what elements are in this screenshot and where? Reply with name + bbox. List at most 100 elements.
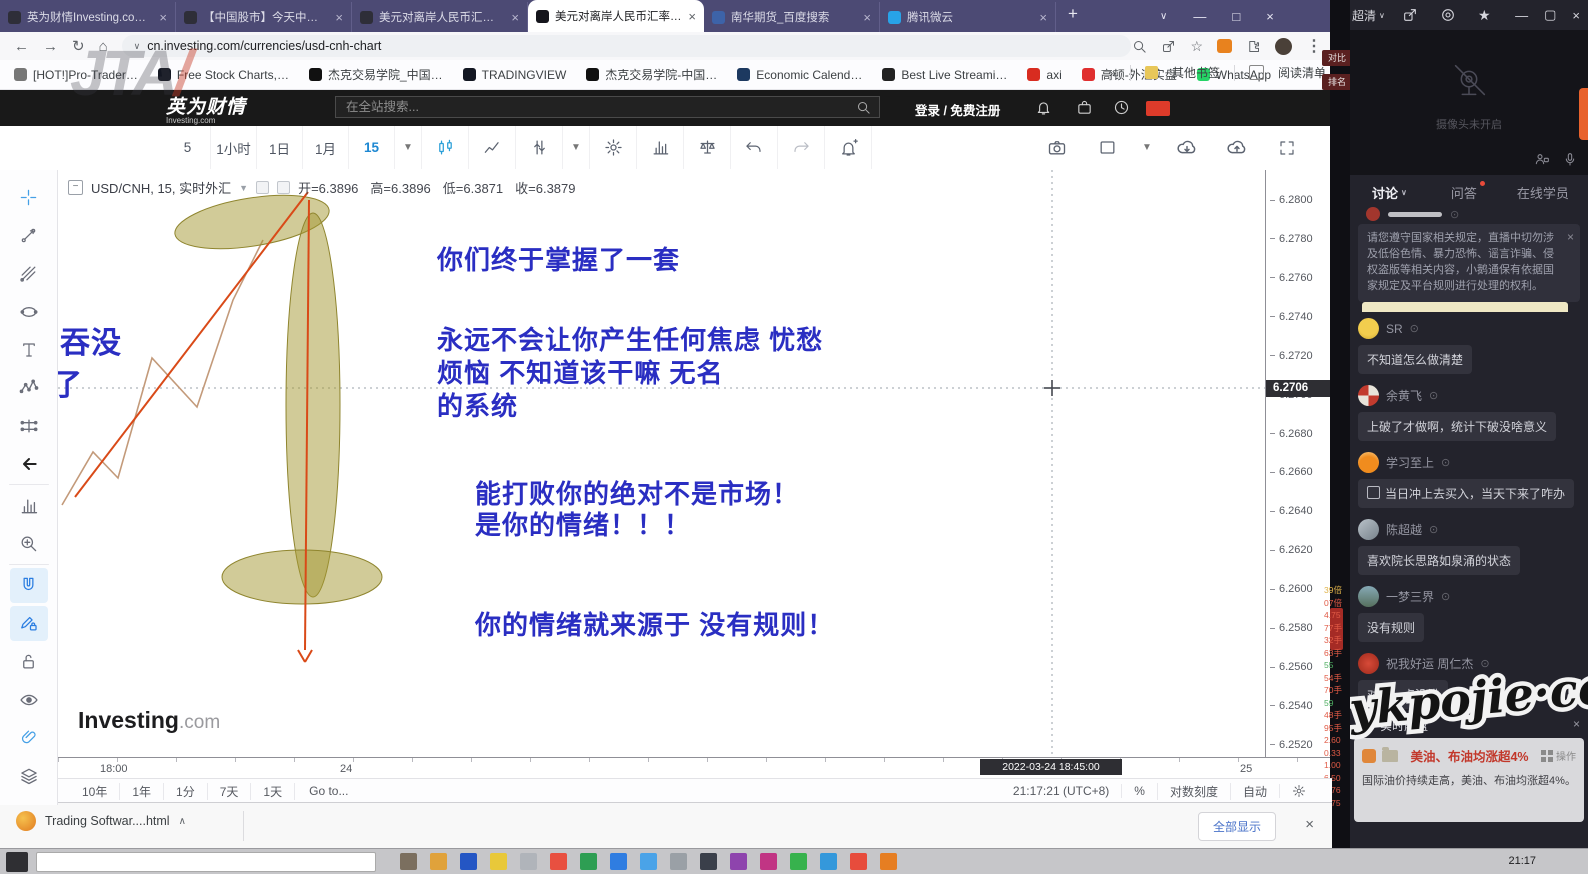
address-bar[interactable]: ∨ cn.investing.com/currencies/usd-cnh-ch… — [122, 35, 1131, 57]
share-icon[interactable] — [1402, 7, 1418, 23]
recent-clock-icon[interactable] — [1113, 99, 1130, 116]
login-link[interactable]: 登录 / 免费注册 — [915, 100, 1000, 119]
compare-dropdown-icon[interactable]: ▼ — [563, 126, 590, 169]
metamask-icon[interactable] — [1217, 39, 1232, 53]
download-chevron-icon[interactable]: ∧ — [179, 816, 186, 827]
bookmark-item[interactable]: 杰克交易学院_中国… — [309, 66, 443, 83]
log-scale-button[interactable]: 对数刻度 — [1157, 783, 1230, 800]
taskbar-app-icon[interactable] — [550, 853, 567, 870]
pitchfork-icon[interactable] — [10, 256, 48, 291]
browser-tab[interactable]: 美元对离岸人民币汇率走势… × — [528, 0, 704, 32]
redo-icon[interactable] — [778, 126, 825, 169]
tab-close-icon[interactable]: × — [511, 10, 519, 25]
presenter-cam-icon[interactable] — [1534, 151, 1550, 167]
site-search-input[interactable] — [335, 96, 880, 118]
profile-avatar[interactable] — [1275, 38, 1292, 55]
shapes-ellipse-icon[interactable] — [10, 294, 48, 329]
taskbar-app-icon[interactable] — [490, 853, 507, 870]
taskbar-app-icon[interactable] — [790, 853, 807, 870]
investing-logo[interactable]: 英为财情 Investing.com — [166, 92, 246, 125]
bookmark-star-icon[interactable]: ☆ — [1190, 38, 1203, 55]
timeframe-button[interactable]: 1小时 — [211, 126, 257, 169]
bookmark-item[interactable]: Free Stock Charts,… — [158, 68, 289, 82]
reading-list[interactable]: 阅读清单 — [1278, 64, 1326, 81]
timeframe-button[interactable]: 5 — [165, 126, 211, 169]
taskbar-app-icon[interactable] — [460, 853, 477, 870]
magnet-icon[interactable] — [10, 568, 48, 603]
interval-dropdown-icon[interactable]: ▼ — [395, 126, 422, 169]
interval-button[interactable]: 15 — [349, 126, 395, 169]
timeframe-button[interactable]: 1日 — [257, 126, 303, 169]
tab-close-icon[interactable]: × — [863, 10, 871, 25]
settings-target-icon[interactable] — [1440, 7, 1456, 23]
notifications-bell-icon[interactable] — [1035, 99, 1052, 116]
browser-tab[interactable]: 南华期货_百度搜索 × — [704, 2, 880, 32]
arrow-tool-icon[interactable] — [10, 446, 48, 481]
reload-icon[interactable]: ↻ — [72, 37, 85, 55]
other-bookmarks[interactable]: 其他书签 — [1172, 64, 1220, 81]
portfolio-bag-icon[interactable] — [1076, 99, 1093, 116]
browser-tab[interactable]: 【中国股市】今天中国股票… × — [176, 2, 352, 32]
bookmark-item[interactable]: 杰克交易学院-中国… — [586, 66, 717, 83]
taskbar-app-icon[interactable] — [700, 853, 717, 870]
area-chart-icon[interactable] — [469, 126, 516, 169]
start-button[interactable] — [6, 852, 28, 872]
volume-profile-icon[interactable] — [10, 488, 48, 523]
video-area[interactable]: 摄像头未开启 — [1350, 30, 1588, 175]
forward-icon[interactable]: → — [43, 38, 58, 55]
stream-restore-icon[interactable]: ▢ — [1544, 7, 1556, 23]
price-axis[interactable]: 6.28006.27806.27606.27406.27206.27006.26… — [1265, 170, 1332, 757]
tab-search-chevron-icon[interactable]: ∨ — [1160, 11, 1167, 22]
download-item[interactable]: Trading Softwar....html ∧ — [16, 811, 186, 831]
settings-gear-icon[interactable] — [590, 126, 637, 169]
tab-discuss[interactable]: 讨论∨ — [1372, 183, 1407, 202]
cloud-download-icon[interactable] — [1164, 126, 1210, 169]
taskbar-app-icon[interactable] — [880, 853, 897, 870]
axis-settings-gear-icon[interactable] — [1279, 784, 1318, 798]
cloud-upload-icon[interactable] — [1214, 126, 1260, 169]
timeframe-button[interactable]: 1月 — [303, 126, 349, 169]
popup-close-icon[interactable]: × — [1573, 717, 1580, 731]
popup-card[interactable]: 美油、布油均涨超4% 操作 国际油价持续走高，美油、布油均涨超4%。 — [1354, 738, 1584, 822]
link-icon[interactable] — [10, 720, 48, 755]
legend-collapse-icon[interactable]: − — [68, 180, 83, 195]
range-button[interactable]: 10年 — [70, 783, 120, 800]
taskbar-app-icon[interactable] — [610, 853, 627, 870]
gift-banner[interactable] — [1579, 88, 1588, 140]
taskbar-app-icon[interactable] — [850, 853, 867, 870]
menu-dots-icon[interactable]: ⋮ — [1306, 36, 1322, 56]
taskbar-app-icon[interactable] — [820, 853, 837, 870]
stream-minimize-icon[interactable]: — — [1515, 8, 1528, 23]
browser-tab[interactable]: 美元对离岸人民币汇率走势… × — [352, 2, 528, 32]
legend-chevron-icon[interactable]: ▼ — [239, 183, 248, 193]
minimize-button[interactable]: — — [1193, 9, 1206, 24]
tab-qa[interactable]: 问答 — [1451, 183, 1477, 202]
mic-icon[interactable] — [1562, 151, 1578, 167]
time-axis[interactable]: 18:00 24 25 2022-03-24 18:45:00 — [58, 757, 1332, 778]
layout-dropdown-icon[interactable]: ▼ — [1134, 126, 1160, 169]
shelf-close-icon[interactable]: × — [1305, 816, 1314, 833]
pinned-banner[interactable] — [1362, 302, 1568, 312]
range-button[interactable]: 1分 — [164, 783, 208, 800]
text-tool-icon[interactable] — [10, 332, 48, 367]
taskbar-app-icon[interactable] — [520, 853, 537, 870]
tab-close-icon[interactable]: × — [688, 9, 696, 24]
bookmark-item[interactable]: [HOT!]Pro-Trader… — [14, 68, 138, 82]
lock-icon[interactable] — [10, 644, 48, 679]
bookmark-item[interactable]: axi — [1027, 68, 1061, 82]
back-icon[interactable]: ← — [14, 38, 29, 55]
extensions-icon[interactable] — [1246, 39, 1261, 54]
layers-icon[interactable] — [10, 758, 48, 793]
percent-scale-button[interactable]: % — [1121, 784, 1157, 798]
alert-plus-icon[interactable] — [825, 126, 872, 169]
range-button[interactable]: 7天 — [208, 783, 252, 800]
pin-star-icon[interactable]: ★ — [1478, 7, 1491, 24]
candlestick-icon[interactable] — [422, 126, 469, 169]
quality-selector[interactable]: 超清∨ — [1352, 7, 1385, 24]
undo-icon[interactable] — [731, 126, 778, 169]
zoom-icon[interactable] — [1132, 39, 1147, 54]
legend-eye-icon[interactable] — [256, 181, 269, 194]
layout-icon[interactable] — [1084, 126, 1130, 169]
range-button[interactable]: 1天 — [251, 783, 295, 800]
taskbar-app-icon[interactable] — [580, 853, 597, 870]
